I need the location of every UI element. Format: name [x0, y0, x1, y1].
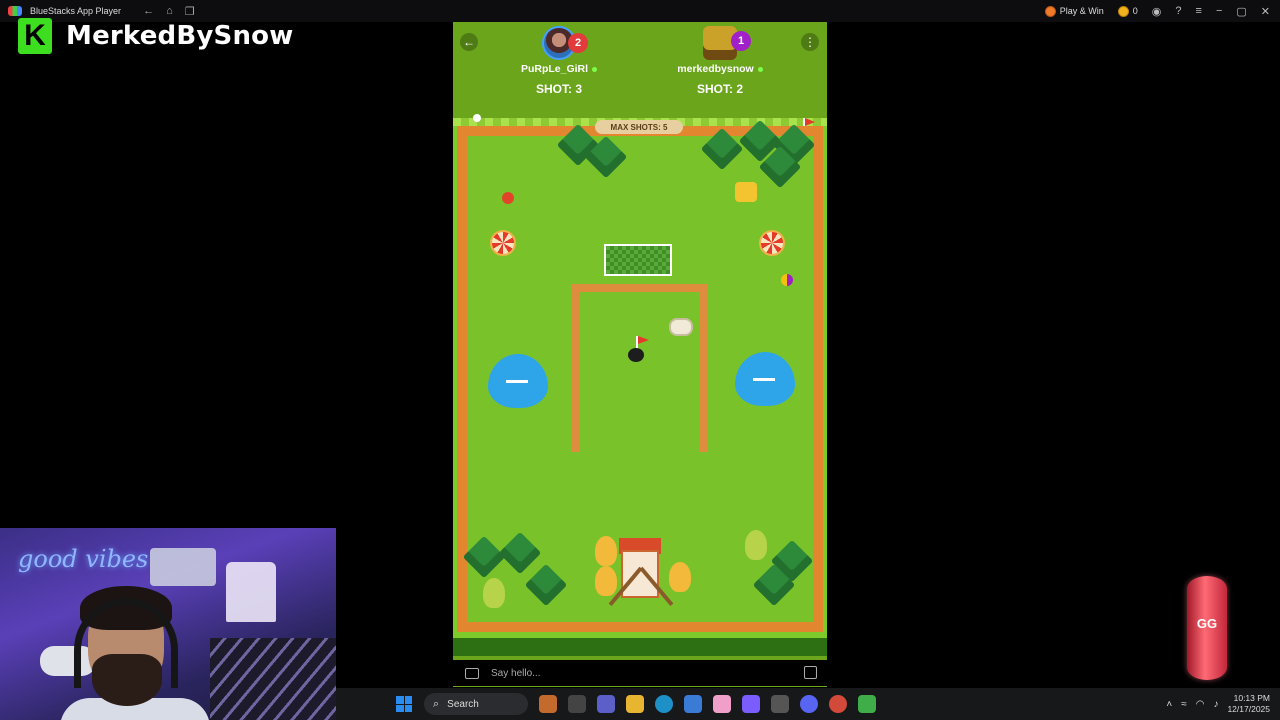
clock-time: 10:13 PM — [1233, 693, 1270, 703]
online-status-icon — [757, 66, 763, 72]
sheep-obstacle — [669, 318, 693, 336]
window-title: BlueStacks App Player — [30, 6, 122, 16]
coin-counter[interactable]: 0 — [1117, 5, 1138, 17]
golf-course[interactable]: MAX SHOTS: 5 — [453, 114, 827, 638]
inner-wall-top — [571, 284, 707, 292]
screen: BlueStacks App Player ← ⌂ ❐ Play & Win 0… — [0, 0, 1280, 720]
wifi-icon[interactable]: ◠ — [1196, 699, 1205, 710]
game-more-options-button[interactable]: ⋮ — [801, 33, 819, 51]
back-arrow-icon[interactable]: ← — [143, 5, 154, 18]
inner-wall-left — [571, 284, 579, 452]
network-icon[interactable]: ≈ — [1181, 699, 1187, 710]
webcam-overlay: good vibes — [0, 528, 336, 720]
player-one-shots: SHOT: 3 — [535, 82, 582, 96]
stream-branding: K MerkedBySnow — [18, 18, 293, 54]
lamp — [226, 562, 276, 622]
game-back-button[interactable]: ← — [460, 33, 478, 51]
file-explorer-icon[interactable] — [626, 695, 644, 713]
player-one-rank-badge: 2 — [568, 33, 588, 53]
checkered-tee-box — [604, 244, 672, 276]
bluestacks-icon[interactable] — [858, 695, 876, 713]
autumn-tree — [669, 562, 691, 592]
chick-obstacle — [735, 182, 757, 202]
system-tray: ˄ ≈ ◠ ♪ 10:13 PM 12/17/2025 — [1166, 688, 1270, 720]
search-icon: ⌕ — [433, 697, 440, 710]
bed — [210, 638, 336, 720]
windows-taskbar: ⌕ Search ˄ ≈ ◠ ♪ 10:13 PM 12/17/2025 — [336, 688, 1280, 720]
fence-right — [813, 126, 823, 632]
coin-icon — [1117, 5, 1129, 17]
windows-start-icon[interactable] — [396, 696, 412, 712]
gg-coin-text: GG — [1196, 616, 1218, 631]
play-and-win-label: Play & Win — [1059, 6, 1104, 16]
play-and-win-button[interactable]: Play & Win — [1044, 5, 1104, 17]
chat-input[interactable]: Say hello... — [491, 668, 540, 679]
windmill — [621, 550, 659, 598]
store-icon[interactable] — [684, 695, 702, 713]
autumn-tree — [595, 566, 617, 596]
golf-ball-white — [473, 114, 481, 122]
tree — [745, 530, 767, 560]
air-conditioner — [150, 548, 216, 586]
gg-coin-overlay: GG — [1187, 576, 1227, 680]
tree — [483, 578, 505, 608]
home-icon[interactable]: ⌂ — [166, 5, 173, 18]
volume-icon[interactable]: ♪ — [1213, 699, 1218, 710]
taskbar-clock[interactable]: 10:13 PM 12/17/2025 — [1227, 693, 1270, 715]
chat-bar: Say hello... — [453, 660, 827, 686]
player-one-name: PuRpLe_GiRl — [520, 63, 589, 75]
golf-ball-red — [502, 192, 514, 204]
widgets-icon[interactable] — [539, 695, 557, 713]
gift-icon — [1044, 5, 1056, 17]
chrome-icon[interactable] — [829, 695, 847, 713]
app-icon[interactable] — [771, 695, 789, 713]
player-two-rank-badge: 1 — [731, 31, 751, 51]
fence-bottom — [457, 622, 823, 632]
player-two-name-row: merkedbysnow — [660, 63, 780, 75]
task-view-icon[interactable] — [568, 695, 586, 713]
bluestacks-logo-icon — [8, 6, 22, 16]
restore-icon[interactable]: ▢ — [1236, 5, 1246, 18]
kick-logo-icon: K — [18, 18, 52, 54]
edge-icon[interactable] — [655, 695, 673, 713]
inner-wall-right — [699, 284, 707, 452]
player-two-card: 1 merkedbysnow SHOT: 2 — [660, 26, 780, 96]
autumn-tree — [595, 536, 617, 566]
player-two-shots: SHOT: 2 — [696, 82, 743, 96]
player-two-avatar[interactable]: 1 — [703, 26, 751, 60]
game-viewport: ← ⋮ 2 PuRpLe_GiRl SHOT: 3 1 merkedbysnow — [453, 22, 827, 687]
titlebar-right: Play & Win 0 ◉ ? ≡ − ▢ ✕ — [1044, 0, 1270, 22]
titlebar-nav: ← ⌂ ❐ — [143, 5, 195, 18]
coin-count: 0 — [1132, 6, 1138, 16]
neon-sign: good vibes — [18, 545, 149, 573]
online-status-icon — [592, 66, 598, 72]
max-shots-banner: MAX SHOTS: 5 — [595, 120, 683, 134]
menu-icon[interactable]: ≡ — [1196, 5, 1202, 17]
minimize-icon[interactable]: − — [1216, 5, 1222, 17]
player-one-avatar[interactable]: 2 — [542, 26, 588, 60]
teams-icon[interactable] — [597, 695, 615, 713]
multi-instance-icon[interactable]: ❐ — [185, 5, 195, 18]
sticker-icon[interactable] — [804, 666, 817, 679]
help-icon[interactable]: ? — [1175, 5, 1181, 17]
player-one-name-row: PuRpLe_GiRl — [499, 63, 619, 75]
taskbar-search-label: Search — [447, 698, 479, 710]
profile-avatar-icon[interactable]: ◉ — [1152, 5, 1162, 18]
chevron-up-icon[interactable]: ˄ — [1166, 699, 1172, 710]
close-icon[interactable]: ✕ — [1261, 5, 1270, 18]
taskbar-search[interactable]: ⌕ Search — [424, 693, 528, 715]
app-pink-icon[interactable] — [713, 695, 731, 713]
chat-icon[interactable] — [465, 667, 479, 679]
golf-hole — [628, 348, 644, 362]
player-one-card: 2 PuRpLe_GiRl SHOT: 3 — [499, 26, 619, 96]
game-header: ← ⋮ 2 PuRpLe_GiRl SHOT: 3 1 merkedbysnow — [453, 22, 827, 118]
golf-ball-purple — [781, 274, 793, 286]
channel-name: MerkedBySnow — [66, 21, 294, 51]
bumper-right — [759, 230, 785, 256]
discord-icon[interactable] — [800, 695, 818, 713]
copilot-icon[interactable] — [742, 695, 760, 713]
player-two-name: merkedbysnow — [677, 63, 754, 75]
clock-date: 12/17/2025 — [1227, 704, 1270, 714]
bumper-left — [490, 230, 516, 256]
